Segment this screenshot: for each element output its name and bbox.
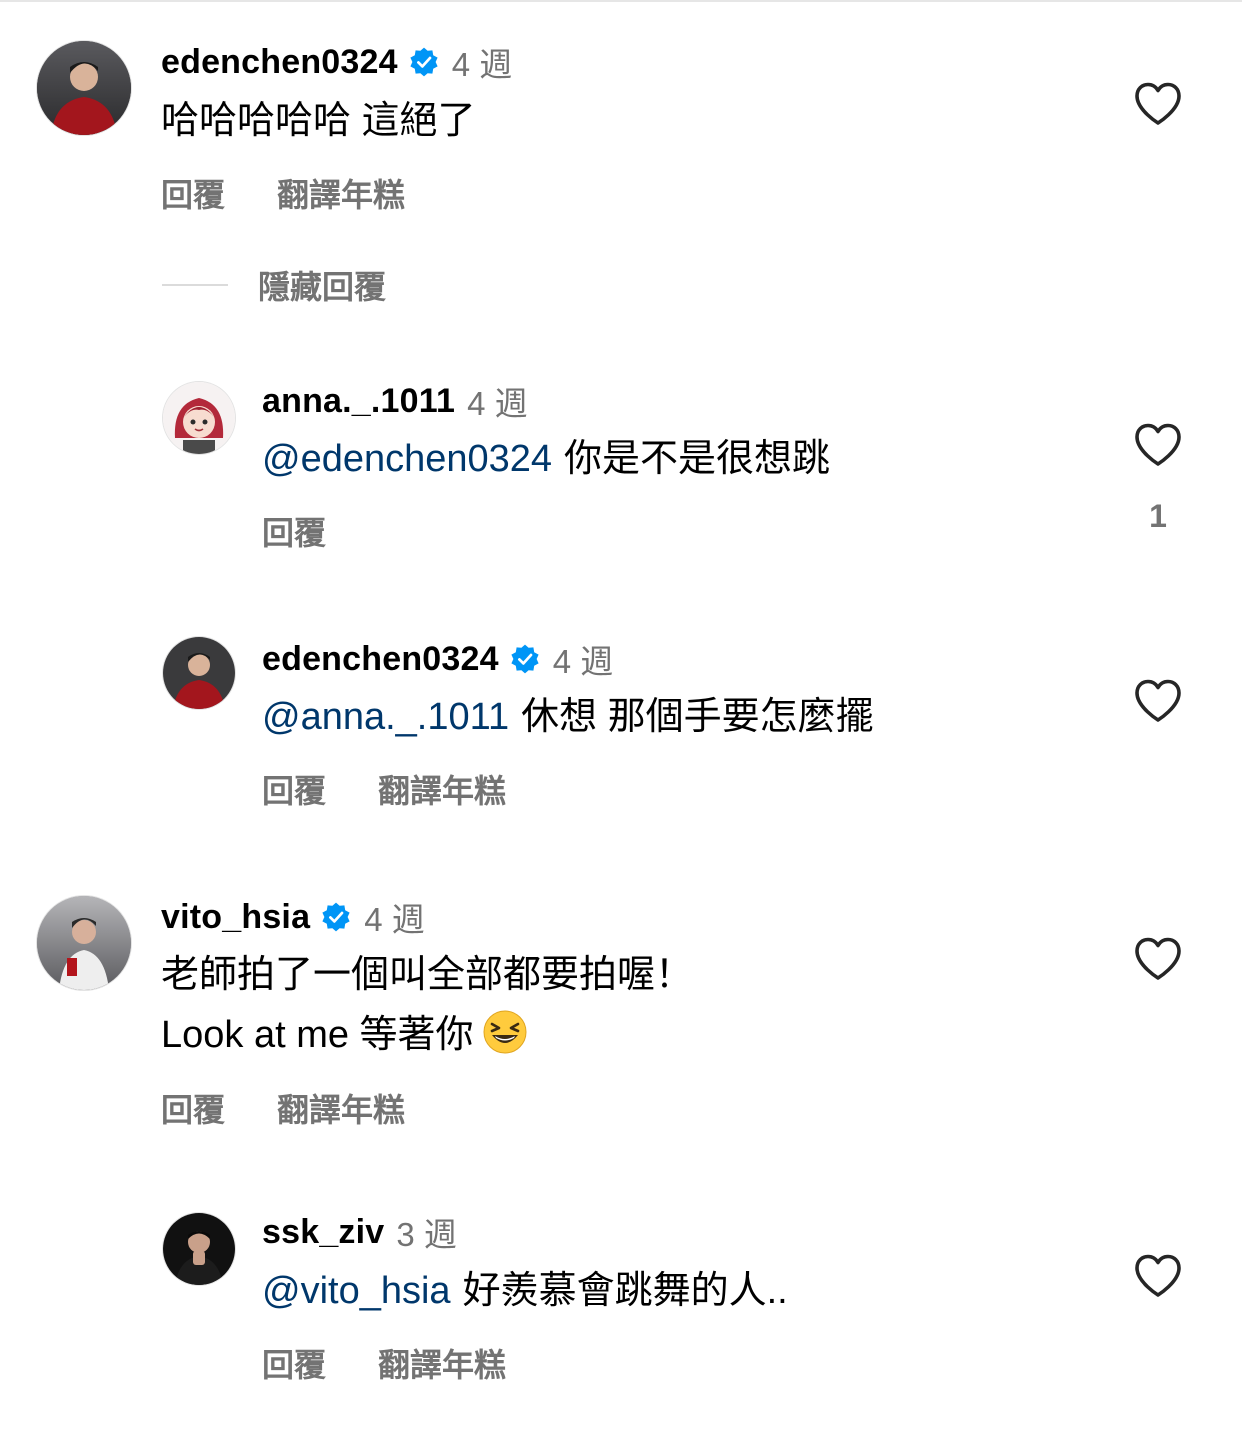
hide-replies-label: 隱藏回覆 [258, 269, 387, 305]
translate-button[interactable]: 翻譯年糕 [277, 170, 405, 216]
translate-button[interactable]: 翻譯年糕 [378, 1340, 506, 1386]
comment-actions: 回覆 翻譯年糕 [161, 1085, 457, 1131]
username[interactable]: edenchen0324 [262, 640, 499, 679]
comment-body: 休想 那個手要怎麼擺 [521, 696, 874, 738]
heart-outline-icon[interactable] [1133, 936, 1183, 982]
comment-actions: 回覆 翻譯年糕 [262, 766, 558, 812]
avatar[interactable] [163, 382, 235, 454]
comment-body: 哈哈哈哈哈 這絕了 [161, 100, 476, 142]
verified-badge-icon [509, 643, 541, 675]
reply-button[interactable]: 回覆 [262, 1340, 326, 1386]
avatar[interactable] [37, 41, 131, 135]
timestamp: 4 週 [552, 643, 614, 680]
avatar[interactable] [163, 637, 235, 709]
avatar[interactable] [163, 1213, 235, 1285]
comment-text-line-1: 老師拍了一個叫全部都要拍喔！ [161, 946, 693, 1004]
grinning-squinting-face-emoji [482, 1009, 528, 1055]
comment-body: 好羨慕會跳舞的人.. [462, 1270, 788, 1312]
verified-badge-icon [408, 46, 440, 78]
username[interactable]: anna._.1011 [262, 382, 455, 421]
reply-button[interactable]: 回覆 [262, 766, 326, 812]
timestamp: 4 週 [467, 385, 528, 422]
reply-button[interactable]: 回覆 [161, 170, 225, 216]
heart-outline-icon[interactable] [1133, 81, 1183, 127]
heart-outline-icon[interactable] [1133, 1253, 1183, 1299]
comment-actions: 回覆 翻譯年糕 [262, 1340, 558, 1386]
heart-outline-icon[interactable] [1133, 422, 1183, 468]
comment-meta: edenchen0324 4 週 [262, 637, 613, 681]
translate-button[interactable]: 翻譯年糕 [378, 766, 506, 812]
comment-body: 老師拍了一個叫全部都要拍喔！ [161, 954, 694, 996]
comment-body: 你是不是很想跳 [564, 438, 831, 480]
comment-meta: edenchen0324 4 週 [161, 40, 512, 84]
top-divider [0, 0, 1242, 2]
comment-meta: anna._.1011 4 週 [262, 379, 528, 423]
avatar[interactable] [37, 896, 131, 990]
username[interactable]: ssk_ziv [262, 1213, 384, 1252]
verified-badge-icon [320, 901, 352, 933]
username[interactable]: edenchen0324 [161, 43, 398, 82]
reply-button[interactable]: 回覆 [161, 1085, 225, 1131]
comment-text: @edenchen0324 你是不是很想跳 [262, 430, 830, 488]
hide-replies-button[interactable]: 隱藏回覆 [162, 262, 386, 308]
divider-line [162, 284, 228, 286]
timestamp: 4 週 [364, 901, 425, 938]
comment-body: Look at me 等著你 [161, 1014, 474, 1056]
comment-text: @anna._.1011 休想 那個手要怎麼擺 [262, 688, 874, 746]
comment-meta: vito_hsia 4 週 [161, 895, 425, 939]
mention-link[interactable]: @edenchen0324 [262, 438, 552, 480]
mention-link[interactable]: @anna._.1011 [262, 696, 509, 738]
heart-outline-icon[interactable] [1133, 678, 1183, 724]
comment-text-line-2: Look at me 等著你 [161, 1006, 528, 1064]
comment-text: @vito_hsia 好羨慕會跳舞的人.. [262, 1262, 788, 1320]
comment-meta: ssk_ziv 3 週 [262, 1210, 457, 1254]
comment-text: 哈哈哈哈哈 這絕了 [161, 92, 476, 150]
translate-button[interactable]: 翻譯年糕 [277, 1085, 405, 1131]
timestamp: 4 週 [451, 46, 513, 83]
comment-actions: 回覆 [262, 508, 378, 554]
comment-actions: 回覆 翻譯年糕 [161, 170, 457, 216]
timestamp: 3 週 [396, 1216, 457, 1253]
mention-link[interactable]: @vito_hsia [262, 1270, 451, 1312]
reply-button[interactable]: 回覆 [262, 508, 326, 554]
like-count[interactable]: 1 [1133, 498, 1183, 535]
username[interactable]: vito_hsia [161, 898, 310, 937]
